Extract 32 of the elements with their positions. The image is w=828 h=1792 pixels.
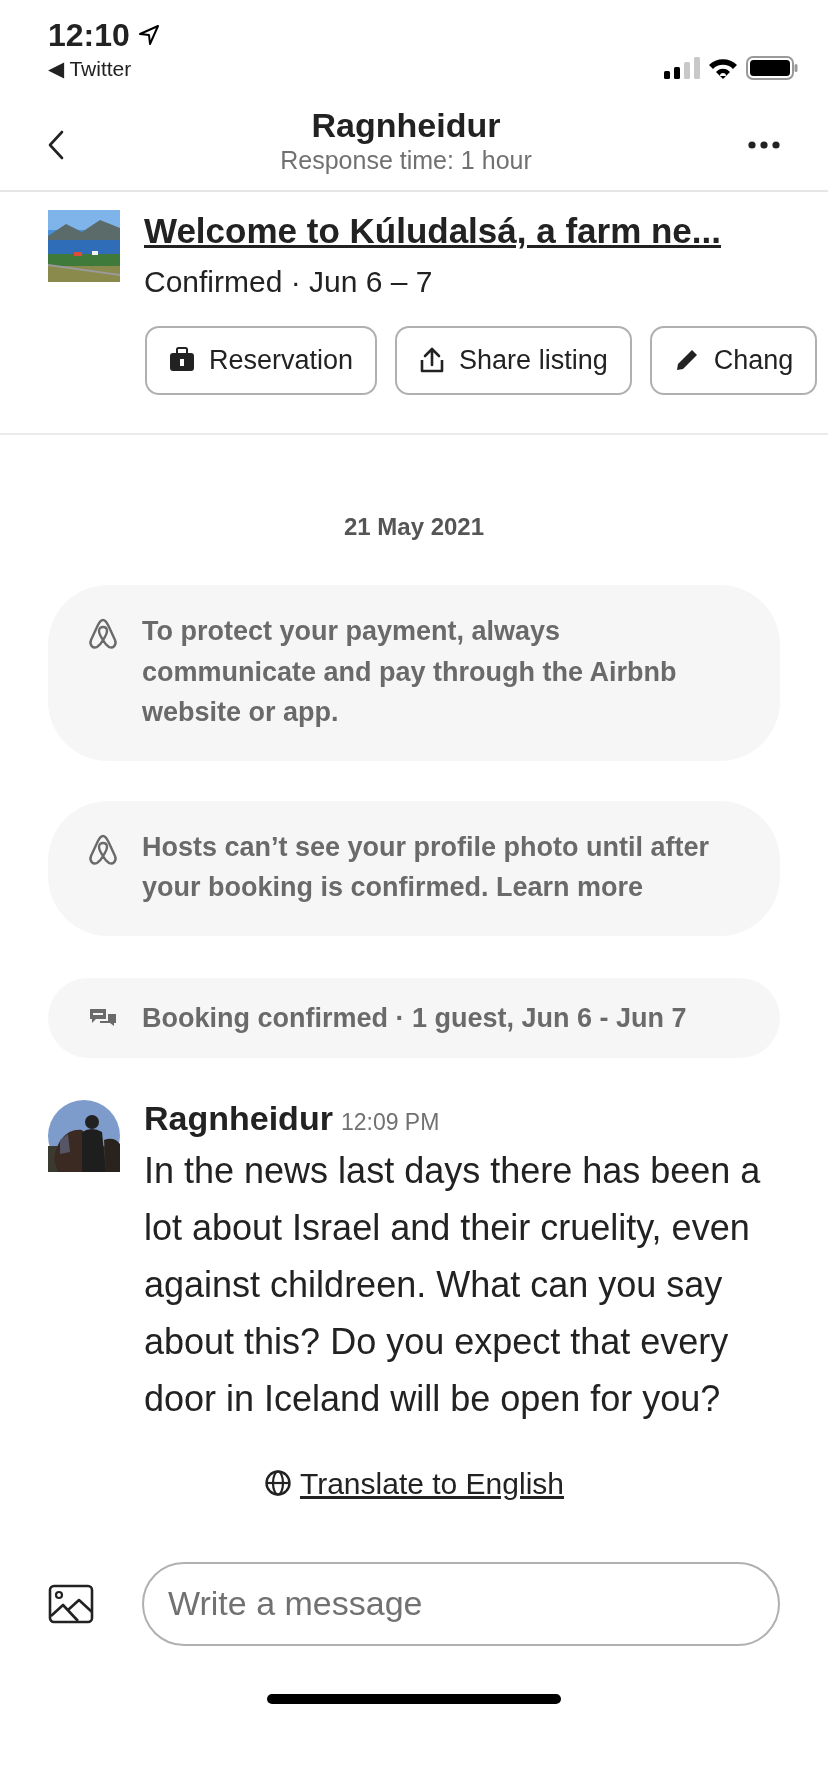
message-text: In the news last days there has been a lot about Israel and their cruelity, even against childreen. What can you say about this? Do you expect that every door in Iceland will be open for you? — [144, 1148, 762, 1421]
image-icon[interactable] — [48, 1583, 94, 1624]
action-button[interactable]: Chang — [649, 326, 818, 395]
sender-name: Ragnheidur — [144, 1100, 333, 1138]
airbnb-logo-icon — [88, 832, 118, 867]
listing-title-link[interactable]: Welcome to Kúludalsá, a farm ne... — [144, 210, 721, 252]
suitcase-icon — [169, 347, 195, 374]
conversation-title: Ragnheidur — [310, 107, 502, 145]
message-input[interactable]: Write a message — [142, 1561, 780, 1646]
learn-more-link[interactable]: Learn more — [496, 872, 644, 902]
back-icon[interactable] — [48, 130, 64, 160]
back-to-app-link[interactable]: ◀ Twitter — [48, 58, 160, 80]
airbnb-logo-icon — [88, 617, 118, 651]
notice-text: To protect your payment, always communicate and pay through the Airbnb website or app. — [142, 615, 678, 729]
status-time: 12:10 — [48, 16, 130, 55]
translate-link[interactable]: Translate to English — [264, 1460, 564, 1506]
battery-icon — [746, 56, 798, 80]
notice-text: Booking confirmed · 1 guest, Jun 6 - Jun 7 — [142, 1001, 687, 1035]
action-button[interactable]: Reservation — [145, 326, 378, 395]
booking-status: Confirmed · Jun 6 – 7 — [144, 264, 434, 300]
wifi-icon — [708, 57, 738, 79]
response-time: Response time: 1 hour — [280, 144, 532, 175]
chat-icon — [90, 1009, 116, 1027]
notice-text: Hosts can’t see your profile photo until after your booking is confirmed. Learn more — [142, 830, 711, 904]
action-button[interactable]: Share listing — [395, 326, 632, 395]
message-time: 12:09 PM — [340, 1108, 440, 1137]
globe-icon — [264, 1469, 292, 1497]
date-divider: 21 May 2021 — [342, 512, 486, 542]
share-icon — [419, 347, 446, 374]
signal-icon — [664, 57, 700, 79]
more-icon[interactable] — [748, 141, 780, 149]
location-arrow-icon — [137, 24, 160, 47]
